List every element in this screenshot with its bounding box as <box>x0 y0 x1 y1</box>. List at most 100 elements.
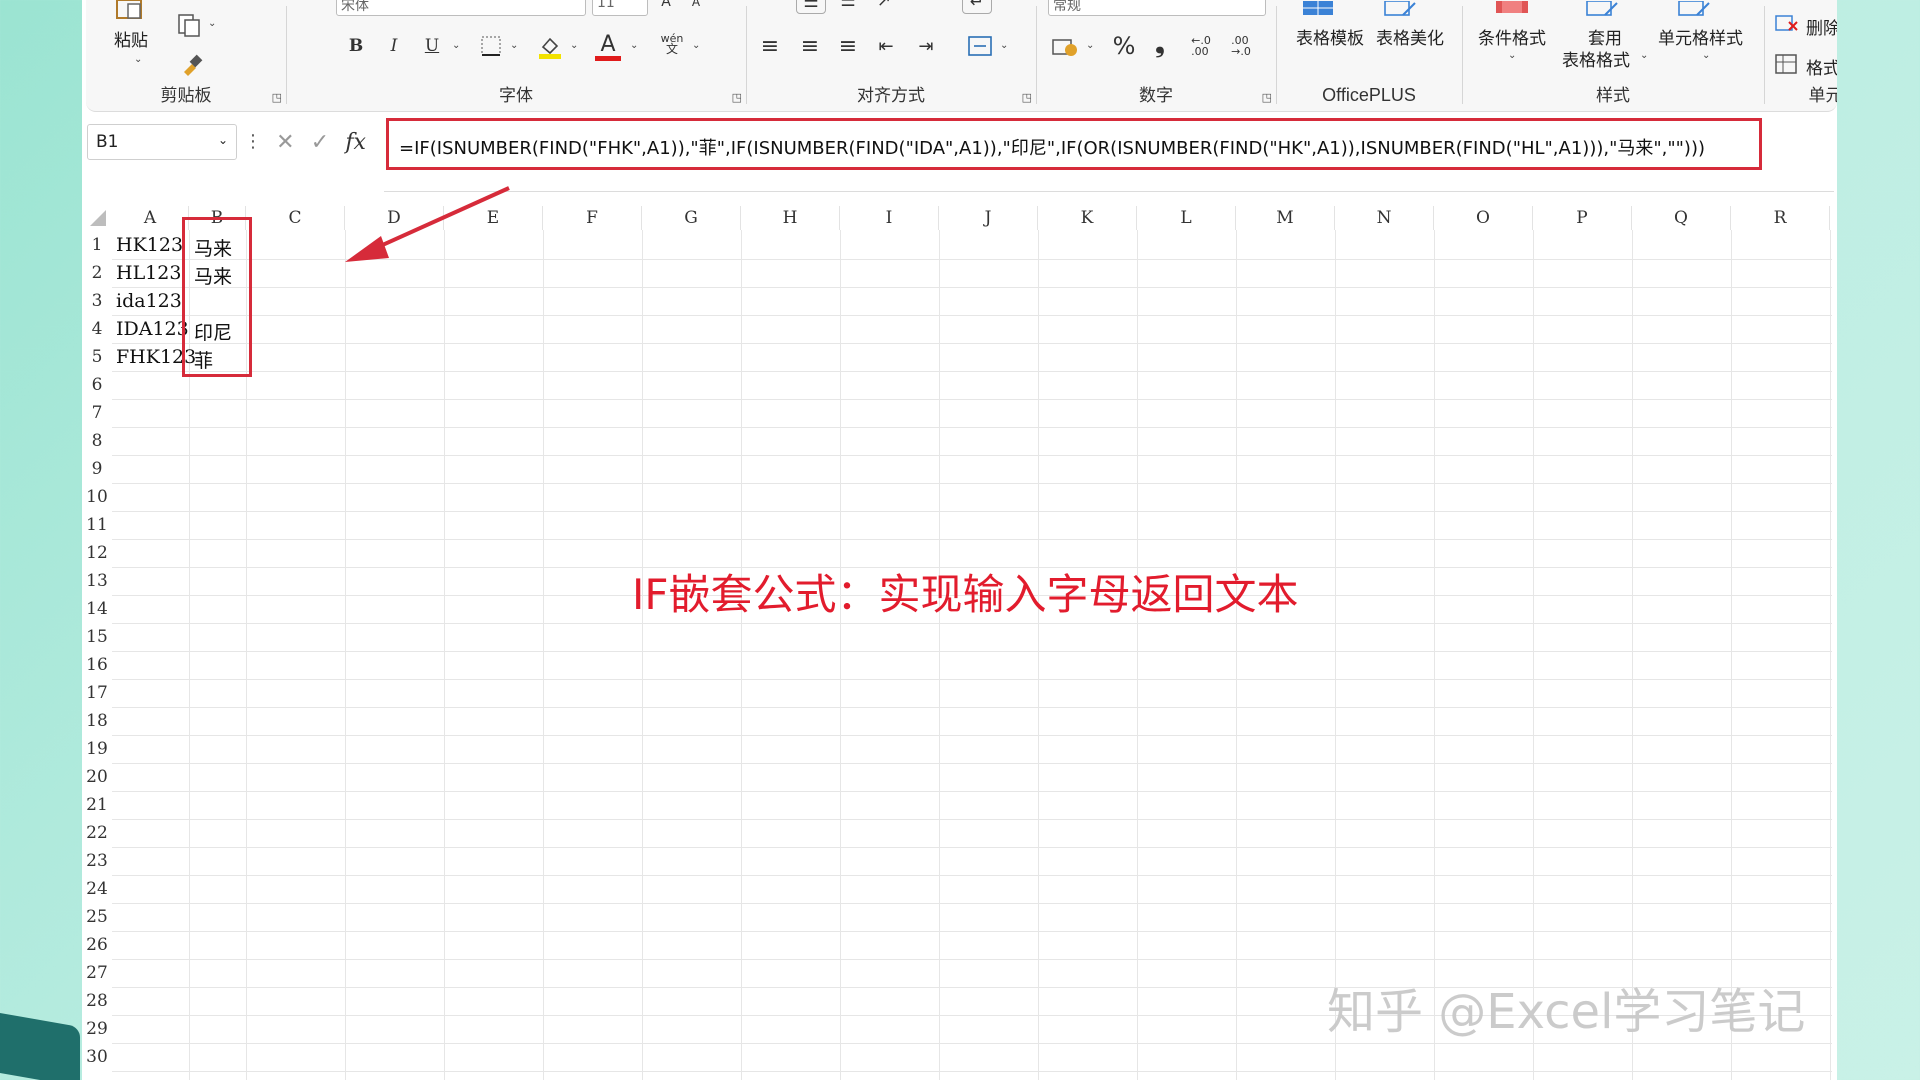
column-header-k[interactable]: K <box>1038 206 1137 230</box>
cell-a3[interactable]: ida123 <box>116 290 182 312</box>
italic-button[interactable]: I <box>382 34 406 58</box>
orientation-icon[interactable]: ↗ <box>870 0 898 11</box>
cell-styles-icon[interactable] <box>1674 0 1714 18</box>
row-header-8[interactable]: 8 <box>82 431 112 451</box>
cell-styles-button[interactable]: 单元格样式 <box>1658 24 1743 49</box>
format-cells-button[interactable]: 格式 <box>1806 54 1837 79</box>
format-as-table-icon[interactable] <box>1582 0 1622 18</box>
row-header-28[interactable]: 28 <box>82 991 112 1011</box>
underline-button[interactable]: U <box>420 34 444 58</box>
font-name-select[interactable]: 宋体 <box>336 0 586 16</box>
number-format-select[interactable]: 常规 <box>1048 0 1266 16</box>
enter-check-icon[interactable]: ✓ <box>311 130 329 155</box>
conditional-format-icon[interactable] <box>1492 0 1532 16</box>
underline-chevron-down-icon[interactable]: ⌄ <box>452 40 460 51</box>
row-header-25[interactable]: 25 <box>82 907 112 927</box>
bold-button[interactable]: B <box>344 34 368 58</box>
borders-icon[interactable] <box>478 34 504 58</box>
column-header-q[interactable]: Q <box>1632 206 1731 230</box>
decrease-indent-icon[interactable]: ⇤ <box>872 34 900 58</box>
more-options-icon[interactable]: ⋮ <box>244 131 262 152</box>
row-header-7[interactable]: 7 <box>82 403 112 423</box>
name-box-chevron-down-icon[interactable]: ⌄ <box>218 133 228 147</box>
row-header-13[interactable]: 13 <box>82 571 112 591</box>
format-as-table-label-2[interactable]: 表格格式 <box>1562 46 1630 71</box>
row-header-18[interactable]: 18 <box>82 711 112 731</box>
delete-cells-icon[interactable] <box>1774 12 1800 36</box>
row-header-4[interactable]: 4 <box>82 319 112 339</box>
decrease-font-icon[interactable]: A <box>684 0 708 10</box>
merge-chevron-down-icon[interactable]: ⌄ <box>1000 40 1008 51</box>
table-template-button[interactable]: 表格模板 <box>1296 24 1364 49</box>
column-header-j[interactable]: J <box>939 206 1038 230</box>
row-header-6[interactable]: 6 <box>82 375 112 395</box>
cell-styles-chevron-down-icon[interactable]: ⌄ <box>1702 50 1710 61</box>
row-header-29[interactable]: 29 <box>82 1019 112 1039</box>
cell-a1[interactable]: HK123 <box>116 234 183 256</box>
row-header-26[interactable]: 26 <box>82 935 112 955</box>
table-template-icon[interactable] <box>1298 0 1338 18</box>
increase-indent-icon[interactable]: ⇥ <box>912 34 940 58</box>
column-header-c[interactable]: C <box>246 206 345 230</box>
phonetic-guide-icon[interactable]: wén 文 <box>658 30 686 58</box>
borders-chevron-down-icon[interactable]: ⌄ <box>510 40 518 51</box>
cell-a4[interactable]: IDA123 <box>116 318 189 340</box>
row-header-10[interactable]: 10 <box>82 487 112 507</box>
copy-icon[interactable] <box>176 12 202 38</box>
row-header-23[interactable]: 23 <box>82 851 112 871</box>
accounting-format-icon[interactable] <box>1050 32 1080 60</box>
row-header-11[interactable]: 11 <box>82 515 112 535</box>
accounting-chevron-down-icon[interactable]: ⌄ <box>1086 40 1094 51</box>
row-header-19[interactable]: 19 <box>82 739 112 759</box>
row-header-20[interactable]: 20 <box>82 767 112 787</box>
row-header-15[interactable]: 15 <box>82 627 112 647</box>
column-header-o[interactable]: O <box>1434 206 1533 230</box>
row-header-30[interactable]: 30 <box>82 1047 112 1067</box>
font-color-chevron-down-icon[interactable]: ⌄ <box>630 40 638 51</box>
row-header-21[interactable]: 21 <box>82 795 112 815</box>
align-center-icon[interactable]: ≡ <box>796 34 824 59</box>
row-header-3[interactable]: 3 <box>82 291 112 311</box>
top-align-icon[interactable]: ☰ <box>796 0 826 14</box>
comma-style-button[interactable]: ❟ <box>1148 30 1172 58</box>
align-right-icon[interactable]: ≡ <box>834 34 862 59</box>
clipboard-launcher-icon[interactable]: ◳ <box>272 91 282 104</box>
increase-decimal-button[interactable]: ←.0 .00 <box>1186 32 1216 60</box>
fill-color-icon[interactable] <box>536 32 564 60</box>
row-header-12[interactable]: 12 <box>82 543 112 563</box>
row-header-17[interactable]: 17 <box>82 683 112 703</box>
format-cells-icon[interactable] <box>1774 52 1800 76</box>
select-all-corner[interactable] <box>90 210 106 226</box>
paste-chevron-down-icon[interactable]: ⌄ <box>134 54 142 65</box>
column-header-r[interactable]: R <box>1731 206 1830 230</box>
column-header-p[interactable]: P <box>1533 206 1632 230</box>
wrap-text-icon[interactable]: ↵ <box>962 0 992 14</box>
cancel-icon[interactable]: ✕ <box>276 130 294 155</box>
name-box[interactable]: B1 ⌄ <box>87 124 237 160</box>
percent-style-button[interactable]: % <box>1110 32 1138 60</box>
format-painter-icon[interactable] <box>178 52 204 78</box>
insert-function-button[interactable]: fx <box>345 130 366 155</box>
merge-center-icon[interactable] <box>966 32 994 60</box>
row-header-1[interactable]: 1 <box>82 235 112 255</box>
alignment-launcher-icon[interactable]: ◳ <box>1022 91 1032 104</box>
decrease-decimal-button[interactable]: .00 →.0 <box>1226 32 1256 60</box>
font-size-select[interactable]: 11 <box>592 0 648 16</box>
cell-a2[interactable]: HL123 <box>116 262 181 284</box>
number-launcher-icon[interactable]: ◳ <box>1262 91 1272 104</box>
fill-color-chevron-down-icon[interactable]: ⌄ <box>570 40 578 51</box>
conditional-format-button[interactable]: 条件格式 <box>1478 24 1546 49</box>
align-left-icon[interactable]: ≡ <box>756 34 784 59</box>
table-beautify-button[interactable]: 表格美化 <box>1376 24 1444 49</box>
row-header-22[interactable]: 22 <box>82 823 112 843</box>
row-header-9[interactable]: 9 <box>82 459 112 479</box>
column-header-n[interactable]: N <box>1335 206 1434 230</box>
format-as-table-chevron-down-icon[interactable]: ⌄ <box>1640 50 1648 61</box>
column-header-g[interactable]: G <box>642 206 741 230</box>
delete-cells-button[interactable]: 删除 <box>1806 14 1837 39</box>
paste-button[interactable]: 粘贴 <box>114 26 148 51</box>
conditional-format-chevron-down-icon[interactable]: ⌄ <box>1508 50 1516 61</box>
paste-icon[interactable] <box>114 0 144 20</box>
row-header-14[interactable]: 14 <box>82 599 112 619</box>
formula-input[interactable]: =IF(ISNUMBER(FIND("FHK",A1)),"菲",IF(ISNU… <box>386 118 1762 170</box>
